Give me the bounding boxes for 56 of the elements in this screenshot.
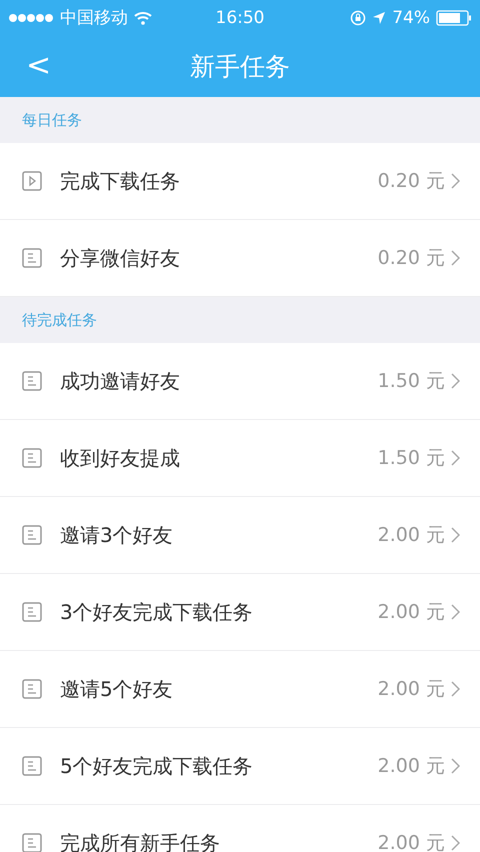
task-label: 5个好友完成下载任务 xyxy=(60,752,254,780)
document-icon xyxy=(22,833,42,852)
chevron-icon xyxy=(451,835,460,851)
task-row[interactable]: 邀请3个好友 2.00 元 xyxy=(0,497,480,574)
task-label: 成功邀请好友 xyxy=(60,368,181,394)
battery-icon xyxy=(436,10,472,26)
task-reward: 2.00 元 xyxy=(378,831,445,852)
chevron-icon xyxy=(451,758,460,774)
document-icon xyxy=(22,448,42,468)
chevron-icon xyxy=(451,527,460,543)
chevron-icon xyxy=(451,681,460,697)
task-row[interactable]: 3个好友完成下载任务 2.00 元 xyxy=(0,574,480,651)
document-icon xyxy=(22,248,42,268)
chevron-icon xyxy=(451,604,460,620)
task-reward: 2.00 元 xyxy=(378,523,445,548)
task-reward: 1.50 元 xyxy=(378,369,445,394)
task-reward: 2.00 元 xyxy=(378,600,445,625)
task-label: 收到好友提成 xyxy=(60,444,181,472)
task-row[interactable]: 完成下载任务 0.20 元 xyxy=(0,143,480,220)
rotation-lock-icon xyxy=(350,10,366,26)
task-label: 完成所有新手任务 xyxy=(60,830,221,852)
signal-icon xyxy=(8,12,54,22)
section-title: 待完成任务 xyxy=(22,310,97,330)
chevron-icon xyxy=(451,250,460,266)
chevron-icon xyxy=(451,173,460,189)
task-label: 完成下载任务 xyxy=(60,168,181,194)
document-icon xyxy=(22,756,42,776)
location-arrow-icon xyxy=(372,10,386,24)
task-row[interactable]: 邀请5个好友 2.00 元 xyxy=(0,651,480,728)
task-row[interactable]: 5个好友完成下载任务 2.00 元 xyxy=(0,728,480,805)
task-label: 3个好友完成下载任务 xyxy=(60,598,254,626)
document-icon xyxy=(22,679,42,699)
task-reward: 1.50 元 xyxy=(378,446,445,471)
task-label: 分享微信好友 xyxy=(60,244,181,272)
play-icon xyxy=(22,171,42,191)
battery-percent: 74% xyxy=(392,8,430,28)
task-reward: 2.00 元 xyxy=(378,677,445,702)
document-icon xyxy=(22,602,42,622)
wifi-icon xyxy=(134,10,152,24)
carrier-name: 中国移动 xyxy=(60,7,128,29)
task-label: 邀请5个好友 xyxy=(60,676,174,702)
section-title: 每日任务 xyxy=(22,110,82,130)
task-reward: 2.00 元 xyxy=(378,754,445,779)
status-time: 16:50 xyxy=(216,8,264,28)
task-reward: 0.20 元 xyxy=(378,169,445,194)
chevron-icon xyxy=(451,450,460,466)
task-reward: 0.20 元 xyxy=(378,246,445,271)
document-icon xyxy=(22,525,42,545)
document-icon xyxy=(22,371,42,391)
page-title: 新手任务 xyxy=(190,50,290,82)
task-row[interactable]: 完成所有新手任务 2.00 元 xyxy=(0,805,480,852)
task-row[interactable]: 收到好友提成 1.50 元 xyxy=(0,420,480,497)
task-row[interactable]: 分享微信好友 0.20 元 xyxy=(0,220,480,297)
chevron-icon xyxy=(451,373,460,389)
task-label: 邀请3个好友 xyxy=(60,522,174,548)
task-row[interactable]: 成功邀请好友 1.50 元 xyxy=(0,343,480,420)
